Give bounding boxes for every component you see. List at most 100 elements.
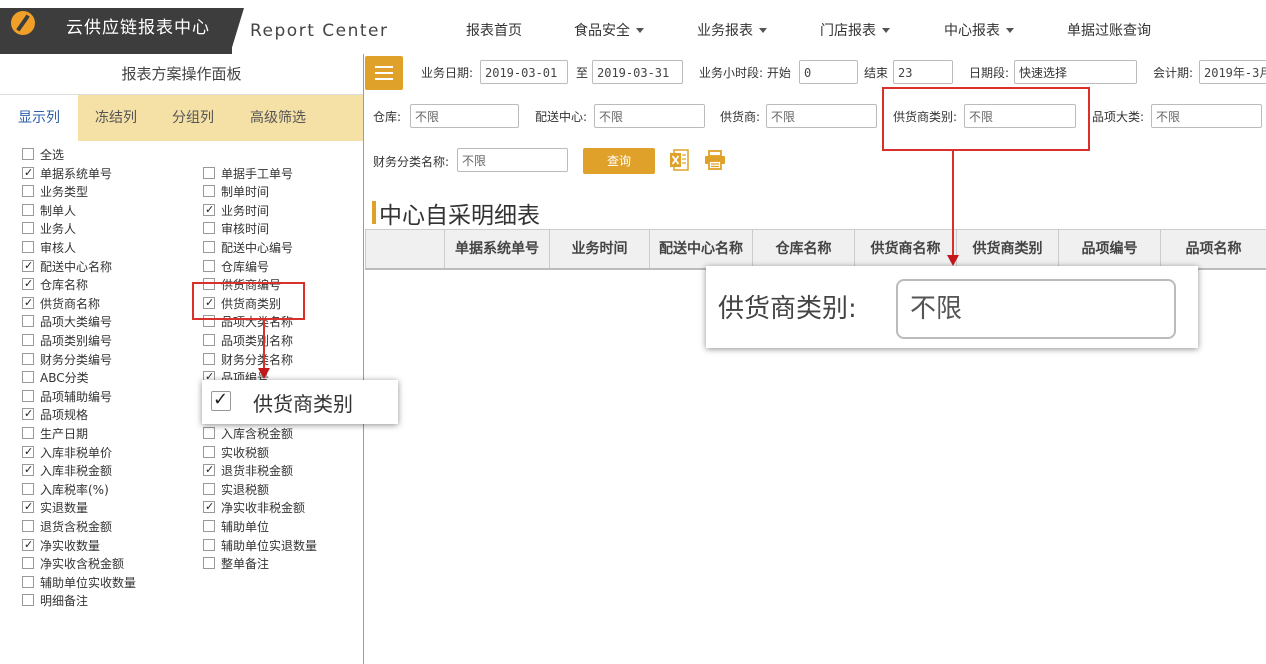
column-checkbox-item[interactable]: 仓库名称 — [22, 275, 88, 294]
checkbox-unchecked-icon[interactable] — [22, 334, 34, 346]
checkbox-unchecked-icon[interactable] — [203, 259, 215, 272]
column-checkbox-item[interactable]: 供货商名称 — [22, 294, 100, 313]
checkbox-checked-icon[interactable] — [22, 257, 34, 275]
checkbox-unchecked-icon[interactable] — [22, 371, 34, 384]
finance-category-select[interactable]: 不限 — [457, 148, 568, 172]
column-checkbox-item[interactable]: 入库非税金额 — [22, 461, 112, 480]
hour-start-input[interactable]: 0 — [799, 60, 858, 84]
nav-center-reports[interactable]: 中心报表 — [944, 20, 1014, 40]
nav-store-reports[interactable]: 门店报表 — [820, 20, 890, 40]
checkbox-checked-icon[interactable] — [203, 201, 215, 219]
checkbox-unchecked-icon[interactable] — [22, 427, 34, 439]
tab-advanced-filter[interactable]: 高级筛选 — [250, 95, 306, 141]
supplier-select[interactable]: 不限 — [766, 104, 877, 128]
column-checkbox-item[interactable]: 净实收含税金额 — [22, 555, 124, 573]
column-checkbox-item[interactable]: 入库含税金额 — [203, 425, 293, 443]
checkbox-unchecked-icon[interactable] — [203, 334, 215, 346]
column-checkbox-item[interactable]: 实退税额 — [203, 481, 269, 499]
checkbox-unchecked-icon[interactable] — [22, 520, 34, 532]
column-header[interactable]: 品项名称 — [1160, 230, 1266, 268]
column-checkbox-item[interactable]: 仓库编号 — [203, 258, 269, 276]
column-checkbox-item[interactable]: 配送中心编号 — [203, 239, 293, 257]
checkbox-unchecked-icon[interactable] — [22, 482, 34, 495]
column-checkbox-item[interactable]: 全选 — [22, 146, 64, 164]
checkbox-unchecked-icon[interactable] — [22, 575, 34, 588]
checkbox-unchecked-icon[interactable] — [203, 538, 215, 551]
column-checkbox-item[interactable]: 净实收数量 — [22, 536, 100, 555]
column-checkbox-item[interactable]: 制单人 — [22, 202, 76, 220]
column-checkbox-item[interactable]: 配送中心名称 — [22, 257, 112, 276]
checkbox-unchecked-icon[interactable] — [22, 594, 34, 607]
checkbox-unchecked-icon[interactable] — [22, 389, 34, 402]
column-checkbox-item[interactable]: 品项辅助编号 — [22, 388, 112, 406]
column-checkbox-item[interactable]: 辅助单位实退数量 — [203, 537, 317, 555]
checkbox-unchecked-icon[interactable] — [22, 557, 34, 570]
date-to-input[interactable]: 2019-03-31 — [592, 60, 683, 84]
column-checkbox-item[interactable]: 退货非税金额 — [203, 461, 293, 480]
warehouse-select[interactable]: 不限 — [410, 104, 519, 128]
column-checkbox-item[interactable]: 审核人 — [22, 239, 76, 257]
column-checkbox-item[interactable]: 明细备注 — [22, 592, 88, 610]
tab-display-columns[interactable]: 显示列 — [0, 95, 78, 141]
column-checkbox-item[interactable]: 审核时间 — [203, 220, 269, 238]
checkbox-checked-icon[interactable] — [203, 498, 215, 516]
checkbox-unchecked-icon[interactable] — [203, 241, 215, 253]
column-checkbox-item[interactable]: 入库税率(%) — [22, 481, 109, 499]
checkbox-checked-icon[interactable] — [22, 275, 34, 293]
column-header[interactable]: 配送中心名称 — [649, 230, 752, 268]
column-checkbox-item[interactable]: 实收税额 — [203, 444, 269, 462]
column-checkbox-item[interactable]: 品项大类编号 — [22, 313, 112, 331]
checkbox-checked-icon[interactable] — [22, 294, 34, 312]
column-checkbox-item[interactable]: 实退数量 — [22, 498, 88, 517]
date-from-input[interactable]: 2019-03-01 — [480, 60, 568, 84]
column-checkbox-item[interactable]: 业务时间 — [203, 201, 269, 220]
checkbox-checked-icon[interactable] — [22, 405, 34, 423]
nav-food-safety[interactable]: 食品安全 — [574, 20, 644, 40]
checkbox-unchecked-icon[interactable] — [203, 352, 215, 365]
checkbox-checked-icon[interactable] — [22, 443, 34, 461]
checkbox-checked-icon[interactable] — [22, 536, 34, 554]
checkbox-unchecked-icon[interactable] — [22, 352, 34, 365]
excel-export-icon[interactable] — [669, 149, 689, 171]
checkbox-unchecked-icon[interactable] — [203, 185, 215, 198]
query-button[interactable]: 查询 — [583, 148, 655, 174]
column-checkbox-item[interactable]: 财务分类编号 — [22, 351, 112, 369]
tab-freeze-columns[interactable]: 冻结列 — [95, 95, 137, 141]
checkbox-unchecked-icon[interactable] — [203, 222, 215, 235]
column-header[interactable]: 单据系统单号 — [444, 230, 549, 268]
checkbox-checked-icon[interactable] — [22, 498, 34, 516]
column-checkbox-item[interactable]: 业务类型 — [22, 183, 88, 201]
checkbox-unchecked-icon[interactable] — [203, 166, 215, 179]
nav-report-home[interactable]: 报表首页 — [466, 20, 522, 40]
print-icon[interactable] — [704, 150, 726, 170]
acct-period-select[interactable]: 2019年-3月 — [1199, 60, 1266, 84]
checkbox-unchecked-icon[interactable] — [203, 557, 215, 570]
column-header[interactable]: 供货商名称 — [854, 230, 956, 268]
column-checkbox-item[interactable]: 单据手工单号 — [203, 165, 293, 183]
checkbox-unchecked-icon[interactable] — [22, 203, 34, 216]
checkbox-unchecked-icon[interactable] — [22, 222, 34, 235]
column-checkbox-item[interactable]: 制单时间 — [203, 183, 269, 201]
tab-group-columns[interactable]: 分组列 — [172, 95, 214, 141]
nav-posting-query[interactable]: 单据过账查询 — [1067, 20, 1151, 40]
category-select[interactable]: 不限 — [1151, 104, 1262, 128]
period-select[interactable]: 快速选择 — [1014, 60, 1137, 84]
checkbox-unchecked-icon[interactable] — [203, 482, 215, 495]
checkbox-checked-icon[interactable] — [22, 164, 34, 182]
checkbox-unchecked-icon[interactable] — [22, 241, 34, 253]
column-checkbox-item[interactable]: 财务分类名称 — [203, 351, 293, 369]
column-header[interactable]: 业务时间 — [549, 230, 649, 268]
column-checkbox-item[interactable]: 辅助单位实收数量 — [22, 574, 136, 592]
checkbox-unchecked-icon[interactable] — [203, 427, 215, 439]
checkbox-unchecked-icon[interactable] — [22, 148, 34, 160]
column-checkbox-item[interactable]: 入库非税单价 — [22, 443, 112, 462]
checkbox-checked-icon[interactable] — [203, 461, 215, 479]
column-header[interactable]: 品项编号 — [1058, 230, 1160, 268]
column-checkbox-item[interactable]: 业务人 — [22, 220, 76, 238]
checkbox-unchecked-icon[interactable] — [22, 185, 34, 198]
nav-business-reports[interactable]: 业务报表 — [697, 20, 767, 40]
checkbox-checked-icon[interactable] — [22, 461, 34, 479]
hour-end-input[interactable]: 23 — [893, 60, 953, 84]
menu-toggle-button[interactable] — [365, 56, 403, 90]
column-checkbox-item[interactable]: 品项类别编号 — [22, 332, 112, 350]
